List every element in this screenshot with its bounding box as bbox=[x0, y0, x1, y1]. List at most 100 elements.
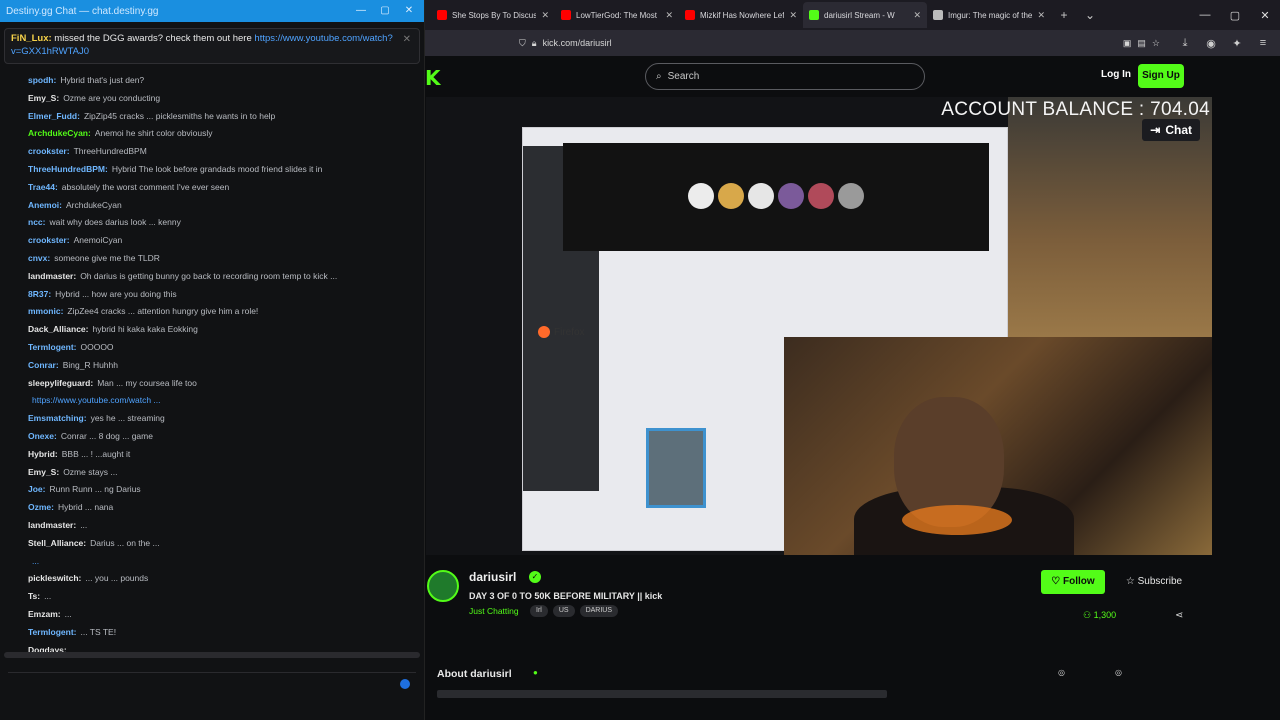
minimize-icon[interactable]: — bbox=[352, 4, 370, 18]
browser-tab[interactable]: dariusirl Stream - W ✕ bbox=[803, 2, 927, 28]
chat-text: Ozme are you conducting bbox=[63, 92, 161, 103]
site-header: K ⌕ Search Log In Sign Up bbox=[425, 56, 1280, 96]
chat-username[interactable]: crookster: bbox=[28, 146, 70, 156]
close-icon[interactable]: ✕ bbox=[400, 4, 418, 18]
search-icon: ⌕ bbox=[656, 71, 662, 82]
login-button[interactable]: Log In bbox=[1101, 69, 1131, 80]
browser-tab[interactable]: LowTierGod: The Most ✕ bbox=[555, 2, 679, 28]
chat-username[interactable]: landmaster: bbox=[28, 520, 76, 530]
send-icon[interactable] bbox=[400, 679, 410, 689]
tab-close-icon[interactable]: ✕ bbox=[1037, 10, 1045, 21]
chat-username[interactable]: pickleswitch: bbox=[28, 573, 81, 583]
bookmark-star-icon[interactable]: ☆ bbox=[1152, 38, 1160, 49]
chat-username[interactable]: Ozme: bbox=[28, 502, 54, 512]
minimize-icon[interactable]: — bbox=[1190, 9, 1220, 21]
chat-message: Ts:... bbox=[28, 588, 414, 606]
tab-close-icon[interactable]: ✕ bbox=[541, 10, 549, 21]
menu-icon[interactable]: ≡ bbox=[1254, 37, 1272, 49]
stream-tag[interactable]: DARIUS bbox=[579, 605, 619, 617]
tab-close-icon[interactable]: ✕ bbox=[913, 10, 921, 21]
close-pinned-icon[interactable]: ✕ bbox=[403, 33, 411, 46]
stream-category[interactable]: Just Chatting bbox=[469, 606, 519, 616]
chat-toggle-button[interactable]: ⇥ Chat bbox=[1142, 119, 1200, 141]
chat-username[interactable]: Trae44: bbox=[28, 182, 58, 192]
subscribe-button[interactable]: ☆ Subscribe bbox=[1113, 570, 1195, 594]
chat-message: sleepylifeguard: Man ... my coursea life … bbox=[28, 375, 414, 393]
chat-username[interactable]: Onexe: bbox=[28, 431, 57, 441]
chat-username[interactable]: Dogdays: bbox=[28, 645, 67, 653]
browser-tab[interactable]: Mizkif Has Nowhere Left ✕ bbox=[679, 2, 803, 28]
new-tab-icon[interactable]: + bbox=[1051, 8, 1077, 22]
chat-message: spodh: Hybrid that's just den? bbox=[28, 72, 414, 90]
close-icon[interactable]: ✕ bbox=[1250, 9, 1280, 22]
browser-tab[interactable]: She Stops By To Discuss ✕ bbox=[431, 2, 555, 28]
chat-log[interactable]: spodh: Hybrid that's just den? Emy_S: Ozme … bbox=[0, 72, 424, 652]
chat-username[interactable]: mmonic: bbox=[28, 306, 63, 316]
chat-username[interactable]: cnvx: bbox=[28, 253, 50, 263]
channel-name[interactable]: dariusirl bbox=[469, 570, 516, 584]
reader-icon[interactable]: ▤ bbox=[1137, 38, 1146, 49]
pinned-message: FiN_Lux: missed the DGG awards? check th… bbox=[4, 28, 420, 64]
url-text[interactable]: kick.com/dariusirl bbox=[543, 38, 612, 48]
maximize-icon[interactable]: ▢ bbox=[1220, 9, 1250, 22]
chat-username[interactable]: Stell_Alliance: bbox=[28, 538, 86, 548]
lock-icon[interactable]: 🔒︎ bbox=[532, 38, 537, 49]
chat-username[interactable]: landmaster: bbox=[28, 271, 76, 281]
pinned-user[interactable]: FiN_Lux: bbox=[11, 33, 52, 44]
tab-favicon-icon bbox=[437, 10, 447, 20]
chat-username[interactable]: Termlogent: bbox=[28, 627, 76, 637]
chat-text: Ozme stays ... bbox=[63, 466, 118, 477]
stream-tag[interactable]: Irl bbox=[530, 605, 548, 617]
chat-text: ThreeHundredBPM bbox=[73, 146, 147, 157]
chat-message: Emy_S: Ozme stays ... bbox=[28, 464, 414, 482]
chat-username[interactable]: Emy_S: bbox=[28, 93, 59, 103]
download-icon[interactable]: ⤓ bbox=[1176, 37, 1194, 50]
tab-label: Imgur: The magic of the bbox=[948, 10, 1033, 20]
tab-close-icon[interactable]: ✕ bbox=[665, 10, 673, 21]
browser-tab[interactable]: Imgur: The magic of the ✕ bbox=[927, 2, 1051, 28]
tab-close-icon[interactable]: ✕ bbox=[789, 10, 797, 21]
social-link[interactable]: ◎ bbox=[1058, 668, 1065, 677]
chat-text: Hybrid ... how are you doing this bbox=[55, 288, 177, 299]
chat-username[interactable]: Emsmatching: bbox=[28, 413, 87, 423]
chat-message: https://www.youtube.com/watch ... bbox=[28, 392, 414, 410]
chat-username[interactable]: Conrar: bbox=[28, 360, 59, 370]
share-icon[interactable]: ⋖ bbox=[1175, 610, 1183, 621]
chat-username[interactable]: spodh: bbox=[28, 75, 56, 85]
chat-username[interactable]: ThreeHundredBPM: bbox=[28, 164, 108, 174]
chat-username[interactable]: sleepylifeguard: bbox=[28, 378, 93, 388]
list-tabs-icon[interactable]: ⌄ bbox=[1077, 8, 1103, 22]
tab-favicon-icon bbox=[933, 10, 943, 20]
chat-input[interactable] bbox=[8, 672, 416, 702]
chat-username[interactable]: Elmer_Fudd: bbox=[28, 111, 80, 121]
follow-button[interactable]: ♡ Follow bbox=[1041, 570, 1105, 594]
channel-avatar[interactable] bbox=[427, 570, 459, 602]
chat-username[interactable]: Ts: bbox=[28, 591, 40, 601]
maximize-icon[interactable]: ▢ bbox=[376, 4, 394, 18]
chat-username[interactable]: Hybrid: bbox=[28, 449, 58, 459]
account-icon[interactable]: ◉ bbox=[1202, 37, 1220, 50]
chat-username[interactable]: Termlogent: bbox=[28, 342, 76, 352]
kick-logo[interactable]: K bbox=[425, 66, 440, 90]
search-input[interactable]: ⌕ Search bbox=[645, 63, 925, 90]
chat-username[interactable]: Emy_S: bbox=[28, 467, 59, 477]
chat-message: ncc: wait why does darius look ... kenny bbox=[28, 214, 414, 232]
video-player[interactable]: Firefox ACCOUNT BALANCE : 704.04 ⇥ Chat bbox=[426, 97, 1212, 555]
shield-icon[interactable]: ⛉ bbox=[519, 38, 526, 49]
chat-username[interactable]: ncc: bbox=[28, 217, 45, 227]
chat-username[interactable]: Dack_Alliance: bbox=[28, 324, 88, 334]
social-link[interactable]: ◎ bbox=[1115, 668, 1122, 677]
stream-title: DAY 3 OF 0 TO 50K BEFORE MILITARY || kic… bbox=[469, 591, 663, 601]
chat-scrollbar[interactable] bbox=[4, 652, 420, 658]
chat-username[interactable]: crookster: bbox=[28, 235, 70, 245]
extensions-icon[interactable]: ✦ bbox=[1228, 37, 1246, 50]
chat-username[interactable]: Anemoi: bbox=[28, 200, 62, 210]
screenshot-icon[interactable]: ▣ bbox=[1123, 38, 1132, 49]
chat-username[interactable]: 8R37: bbox=[28, 289, 51, 299]
chat-username[interactable]: Joe: bbox=[28, 484, 45, 494]
chat-username[interactable]: Emzam: bbox=[28, 609, 61, 619]
stream-tag[interactable]: US bbox=[552, 605, 575, 617]
chat-username[interactable]: ArchdukeCyan: bbox=[28, 128, 91, 138]
url-bar[interactable]: ⛉ 🔒︎ kick.com/dariusirl ▣ ▤ ☆ bbox=[511, 33, 1168, 53]
signup-button[interactable]: Sign Up bbox=[1138, 64, 1184, 88]
